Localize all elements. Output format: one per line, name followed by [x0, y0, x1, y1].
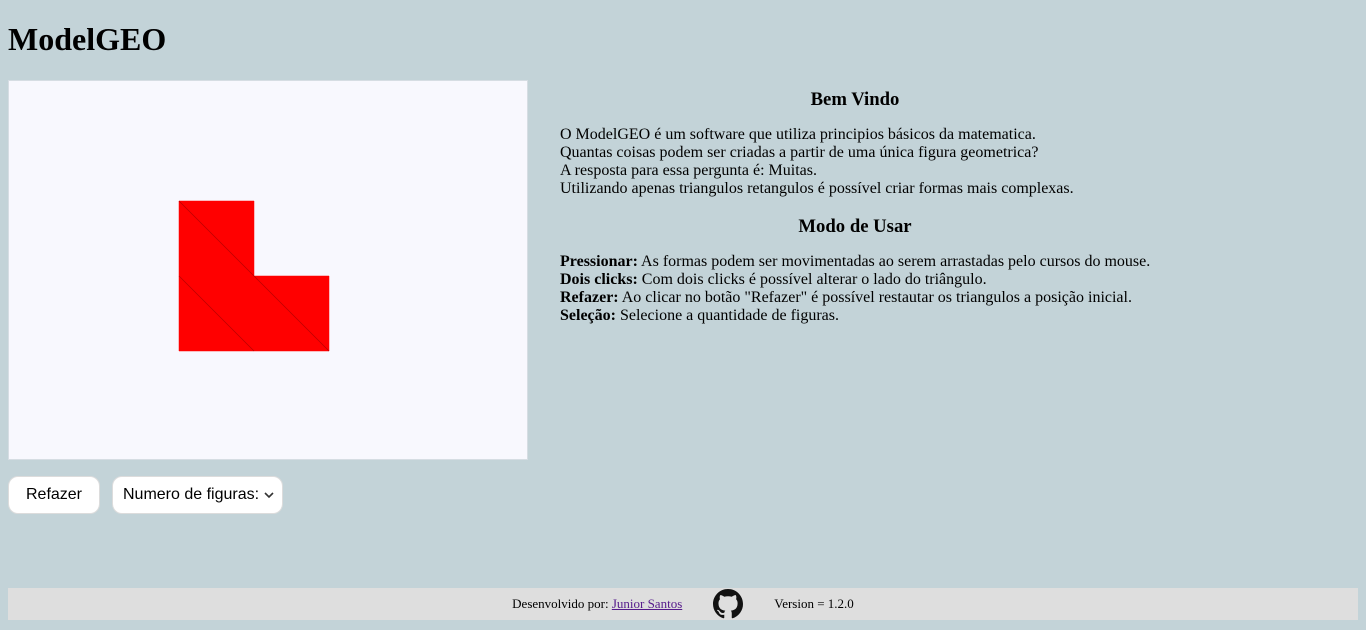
- credit-prefix: Desenvolvido por:: [512, 596, 609, 611]
- figure-count-select[interactable]: Numero de figuras:: [112, 476, 283, 514]
- version-label: Version = 1.2.0: [774, 596, 854, 611]
- welcome-line: O ModelGEO é um software que utiliza pri…: [560, 126, 1036, 143]
- footer: Desenvolvido por: Junior Santos Version …: [8, 588, 1358, 620]
- usage-description: Com dois clicks é possível alterar o lad…: [641, 271, 987, 288]
- usage-description: As formas podem ser movimentadas ao sere…: [641, 253, 1151, 270]
- usage-description: Selecione a quantidade de figuras.: [619, 307, 840, 324]
- usage-description: Ao clicar no botão "Refazer" é possível …: [621, 289, 1132, 306]
- welcome-line: A resposta para essa pergunta é: Muitas.: [560, 162, 817, 179]
- usage-term: Seleção:: [560, 307, 616, 324]
- app-title: ModelGEO: [8, 21, 167, 57]
- usage-item: Pressionar: As formas podem ser moviment…: [560, 253, 1150, 271]
- usage-term: Refazer:: [560, 289, 619, 306]
- author-link[interactable]: Junior Santos: [612, 596, 682, 611]
- welcome-text: O ModelGEO é um software que utiliza pri…: [560, 126, 1150, 198]
- usage-term: Dois clicks:: [560, 271, 638, 288]
- footer-credit: Desenvolvido por: Junior Santos: [512, 596, 682, 612]
- refazer-button[interactable]: Refazer: [8, 476, 100, 514]
- shape-canvas[interactable]: [8, 80, 528, 460]
- welcome-line: Utilizando apenas triangulos retangulos …: [560, 180, 1074, 197]
- chevron-down-icon: [260, 489, 278, 501]
- usage-item: Seleção: Selecione a quantidade de figur…: [560, 307, 1150, 325]
- usage-term: Pressionar:: [560, 253, 638, 270]
- github-icon[interactable]: [713, 589, 744, 619]
- usage-heading: Modo de Usar: [798, 216, 912, 237]
- figure-count-select-value: Numero de figuras:: [123, 486, 260, 503]
- welcome-line: Quantas coisas podem ser criadas a parti…: [560, 144, 1039, 161]
- usage-list: Pressionar: As formas podem ser moviment…: [560, 253, 1150, 325]
- usage-item: Refazer: Ao clicar no botão "Refazer" é …: [560, 289, 1150, 307]
- welcome-heading: Bem Vindo: [810, 89, 900, 110]
- info-panel: Bem Vindo O ModelGEO é um software que u…: [560, 88, 1150, 325]
- usage-item: Dois clicks: Com dois clicks é possível …: [560, 271, 1150, 289]
- triangle-shapes[interactable]: [9, 81, 527, 459]
